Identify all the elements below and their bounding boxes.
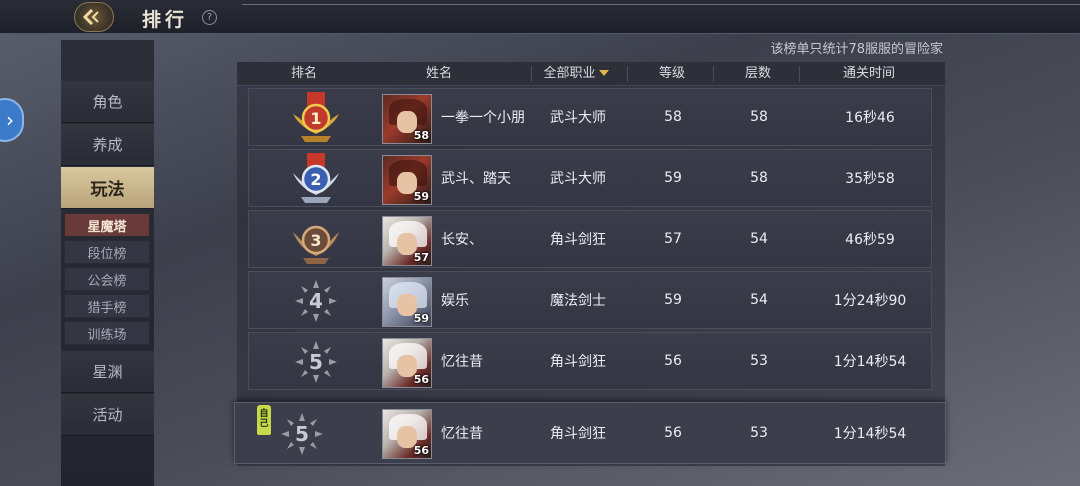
player-job: 角斗剑狂 (550, 426, 606, 442)
svg-text:5: 5 (309, 350, 323, 374)
dropdown-arrow-icon (598, 70, 609, 76)
clear-time: 46秒59 (845, 232, 895, 248)
player-name: 长安、 (441, 232, 483, 248)
player-floor: 53 (750, 425, 768, 441)
player-job: 武斗大师 (550, 171, 606, 187)
rank-emblem-icon: 5 (281, 413, 323, 455)
expand-sidebar-button[interactable]: › (0, 98, 24, 142)
silver-medal-icon: 2 (293, 153, 339, 203)
clear-time: 1分24秒90 (833, 293, 907, 309)
player-name: 忆往昔 (441, 354, 483, 370)
avatar-level: 59 (413, 312, 429, 325)
avatar[interactable]: 56 (382, 409, 432, 459)
header-name: 姓名 (425, 66, 452, 81)
player-floor: 58 (750, 170, 768, 186)
submenu-item-division-rank[interactable]: 段位榜 (64, 240, 150, 264)
avatar[interactable]: 56 (382, 338, 432, 388)
top-divider (242, 4, 1080, 5)
bronze-medal-icon: 3 (293, 225, 339, 264)
rank-emblem-icon: 5 (295, 341, 337, 383)
header-rank: 排名 (290, 66, 317, 81)
avatar-level: 56 (413, 444, 429, 457)
player-name: 娱乐 (441, 293, 469, 309)
player-level: 56 (664, 425, 682, 441)
sidebar-item-character[interactable]: 角色 (61, 81, 154, 123)
player-job: 武斗大师 (550, 110, 606, 126)
table-row[interactable]: 4 59 娱乐 魔法剑士 59 54 1分24秒90 (248, 271, 932, 329)
header-floor: 层数 (713, 62, 803, 86)
self-rank-row[interactable]: 自己 5 56 忆往昔 角斗剑狂 56 53 1分14秒54 (234, 402, 946, 464)
player-floor: 58 (750, 109, 768, 125)
sidebar-item-growth[interactable]: 养成 (61, 124, 154, 166)
back-arrow-svg (83, 9, 99, 25)
avatar-level: 58 (413, 129, 429, 142)
back-arrow-icon[interactable] (74, 2, 114, 32)
player-job: 魔法剑士 (550, 293, 606, 309)
clear-time: 35秒58 (845, 171, 895, 187)
page-title: 排行 (142, 9, 189, 31)
avatar-level: 56 (413, 373, 429, 386)
avatar[interactable]: 59 (382, 155, 432, 205)
avatar-level: 59 (413, 190, 429, 203)
header-time: 通关时间 (799, 62, 939, 86)
avatar[interactable]: 57 (382, 216, 432, 266)
ranking-table: 排名 姓名 全部职业 等级 层数 通关时间 1 58 一拳一个小朋 武斗大师 5… (234, 62, 946, 466)
help-icon[interactable]: ? (202, 10, 217, 25)
sidebar-item-abyss[interactable]: 星渊 (61, 351, 154, 393)
svg-text:4: 4 (309, 289, 323, 313)
svg-text:1: 1 (310, 109, 321, 128)
svg-text:3: 3 (310, 231, 321, 250)
sidebar-item-events[interactable]: 活动 (61, 394, 154, 436)
player-level: 59 (664, 292, 682, 308)
top-bar: 排行 ? (0, 0, 1080, 34)
table-row[interactable]: 2 59 武斗、踏天 武斗大师 59 58 35秒58 (248, 149, 932, 207)
clear-time: 1分14秒54 (833, 354, 907, 370)
player-name: 一拳一个小朋 (441, 110, 525, 126)
ranking-note: 该榜单只统计78服服的冒险家 (770, 42, 943, 57)
submenu-item-hunter-rank[interactable]: 猎手榜 (64, 294, 150, 318)
clear-time: 16秒46 (845, 110, 895, 126)
header-level: 等级 (627, 62, 717, 86)
submenu-item-training-ground[interactable]: 训练场 (64, 321, 150, 345)
player-floor: 53 (750, 353, 768, 369)
sidebar-item-gameplay[interactable]: 玩法 (61, 167, 154, 209)
avatar[interactable]: 59 (382, 277, 432, 327)
player-level: 56 (664, 353, 682, 369)
avatar-level: 57 (413, 251, 429, 264)
player-job: 角斗剑狂 (550, 354, 606, 370)
submenu-item-guild-rank[interactable]: 公会榜 (64, 267, 150, 291)
player-job: 角斗剑狂 (550, 232, 606, 248)
player-level: 57 (664, 231, 682, 247)
rank-emblem-icon: 4 (295, 280, 337, 322)
table-row[interactable]: 3 57 长安、 角斗剑狂 57 54 46秒59 (248, 210, 932, 268)
player-floor: 54 (750, 231, 768, 247)
svg-text:5: 5 (295, 422, 309, 446)
clear-time: 1分14秒54 (833, 426, 907, 442)
player-name: 武斗、踏天 (441, 171, 511, 187)
job-filter-dropdown[interactable]: 全部职业 (531, 62, 621, 86)
player-floor: 54 (750, 292, 768, 308)
self-tag: 自己 (257, 405, 271, 435)
player-level: 58 (664, 109, 682, 125)
avatar[interactable]: 58 (382, 94, 432, 144)
submenu-item-star-tower[interactable]: 星魔塔 (64, 213, 150, 237)
player-level: 59 (664, 170, 682, 186)
gold-medal-icon: 1 (293, 92, 339, 142)
player-name: 忆往昔 (441, 426, 483, 442)
table-row[interactable]: 1 58 一拳一个小朋 武斗大师 58 58 16秒46 (248, 88, 932, 146)
job-filter-label: 全部职业 (543, 66, 596, 81)
table-row[interactable]: 5 56 忆往昔 角斗剑狂 56 53 1分14秒54 (248, 332, 932, 390)
table-header: 排名 姓名 全部职业 等级 层数 通关时间 (237, 62, 945, 86)
svg-text:2: 2 (310, 170, 321, 189)
